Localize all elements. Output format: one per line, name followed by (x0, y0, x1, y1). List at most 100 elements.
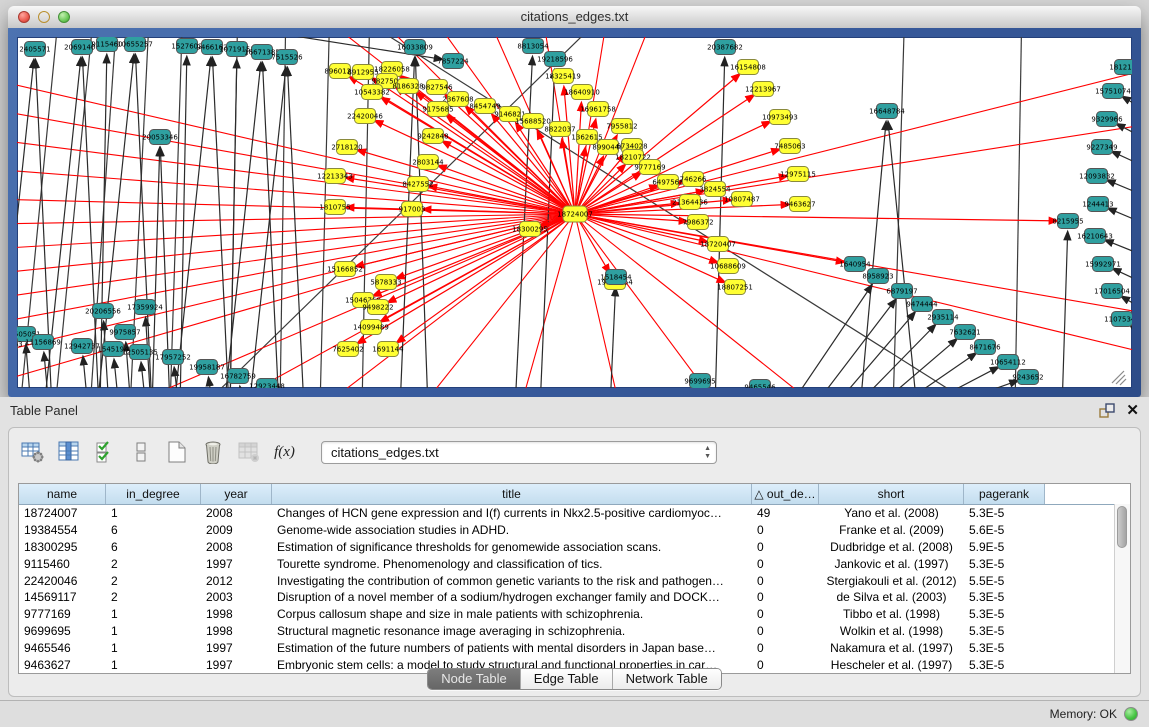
teal-node-8813054[interactable]: 8813054 (517, 39, 549, 54)
teal-node-9465546[interactable]: 9465546 (744, 380, 776, 389)
cell-pagerank[interactable]: 5.3E-5 (964, 624, 1045, 638)
cell-year[interactable]: 1998 (201, 624, 272, 638)
column-header-in_degree[interactable]: in_degree (106, 484, 201, 504)
cell-name[interactable]: 9115460 (19, 557, 106, 571)
teal-node-9975857[interactable]: 9975857 (109, 325, 140, 340)
cell-year[interactable]: 1997 (201, 557, 272, 571)
cell-out_de[interactable]: 0 (752, 574, 819, 588)
cell-pagerank[interactable]: 5.3E-5 (964, 641, 1045, 655)
yellow-node-5878333[interactable]: 5878333 (370, 275, 401, 290)
column-header-title[interactable]: title (272, 484, 752, 504)
cell-name[interactable]: 9465546 (19, 641, 106, 655)
teal-node-9474444[interactable]: 9474444 (906, 297, 938, 312)
column-header-name[interactable]: name (19, 484, 106, 504)
teal-node-19218596[interactable]: 19218596 (537, 52, 573, 67)
cell-out_de[interactable]: 0 (752, 557, 819, 571)
yellow-node-7625402[interactable]: 7625402 (332, 342, 363, 357)
column-header-out_de[interactable]: △ out_de… (752, 484, 819, 504)
select-all-check-button[interactable] (91, 439, 118, 466)
teal-node-1812104[interactable]: 1812104 (1109, 60, 1132, 75)
cell-title[interactable]: Corpus callosum shape and size in male p… (272, 607, 752, 621)
vertical-scrollbar[interactable] (1114, 504, 1130, 673)
cell-short[interactable]: Franke et al. (2009) (819, 523, 964, 537)
cell-name[interactable]: 9699695 (19, 624, 106, 638)
cell-out_de[interactable]: 0 (752, 607, 819, 621)
yellow-node-10807487[interactable]: 10807487 (724, 192, 760, 207)
cell-year[interactable]: 1997 (201, 641, 272, 655)
new-table-button[interactable] (163, 439, 190, 466)
yellow-node-9827546[interactable]: 9827546 (421, 80, 453, 95)
cell-short[interactable]: Wolkin et al. (1998) (819, 624, 964, 638)
yellow-node-16961758[interactable]: 16961758 (580, 102, 616, 117)
table-row[interactable]: 1830029562008Estimation of significance … (19, 539, 1130, 556)
network-graph[interactable]: 1872400789601238912955182260589827503818… (17, 37, 1132, 388)
teal-node-2405571[interactable]: 2405571 (19, 42, 50, 57)
cell-out_de[interactable]: 0 (752, 523, 819, 537)
teal-node-9699695[interactable]: 9699695 (684, 374, 715, 389)
cell-title[interactable]: Structural magnetic resonance image aver… (272, 624, 752, 638)
table-row[interactable]: 1872400712008Changes of HCN gene express… (19, 505, 1130, 522)
table-row[interactable]: 946554611997Estimation of the future num… (19, 639, 1130, 656)
cell-in_degree[interactable]: 1 (106, 624, 201, 638)
table-settings-button[interactable] (19, 439, 46, 466)
cell-out_de[interactable]: 49 (752, 506, 819, 520)
yellow-node-7986372[interactable]: 7986372 (682, 215, 713, 230)
delete-rows-trash-button[interactable] (199, 439, 226, 466)
column-header-year[interactable]: year (201, 484, 272, 504)
cell-in_degree[interactable]: 1 (106, 506, 201, 520)
cell-name[interactable]: 22420046 (19, 574, 106, 588)
cell-pagerank[interactable]: 5.3E-5 (964, 590, 1045, 604)
teal-node-8215955[interactable]: 8215955 (1052, 214, 1083, 229)
cell-short[interactable]: Stergiakouli et al. (2012) (819, 574, 964, 588)
cell-name[interactable]: 14569117 (19, 590, 106, 604)
cell-in_degree[interactable]: 2 (106, 557, 201, 571)
teal-node-8471676[interactable]: 8471676 (969, 340, 1001, 355)
teal-node-17016504[interactable]: 17016504 (1094, 284, 1130, 299)
cell-pagerank[interactable]: 5.3E-5 (964, 557, 1045, 571)
column-header-pagerank[interactable]: pagerank (964, 484, 1045, 504)
cell-pagerank[interactable]: 5.3E-5 (964, 607, 1045, 621)
table-selector-dropdown[interactable]: citations_edges.txt ▲▼ (321, 441, 717, 464)
resize-grip-icon[interactable] (1112, 371, 1126, 385)
teal-node-9243652[interactable]: 9243652 (1012, 370, 1043, 385)
table-row[interactable]: 969969511998Structural magnetic resonanc… (19, 623, 1130, 640)
cell-out_de[interactable]: 0 (752, 590, 819, 604)
yellow-node-917003[interactable]: 917003 (399, 202, 426, 217)
table-row[interactable]: 2242004622012Investigating the contribut… (19, 572, 1130, 589)
table-row[interactable]: 1456911722003Disruption of a novel membe… (19, 589, 1130, 606)
yellow-node-22420046[interactable]: 22420046 (347, 109, 383, 124)
tab-edge-table[interactable]: Edge Table (520, 669, 612, 689)
cell-in_degree[interactable]: 6 (106, 523, 201, 537)
teal-node-20387682[interactable]: 20387682 (707, 40, 743, 55)
yellow-node-1691144[interactable]: 1691144 (372, 342, 404, 357)
cell-year[interactable]: 2003 (201, 590, 272, 604)
cell-name[interactable]: 9777169 (19, 607, 106, 621)
network-canvas[interactable]: 1872400789601238912955182260589827503818… (17, 37, 1132, 388)
scrollbar-thumb[interactable] (1117, 506, 1127, 548)
yellow-node-8427552[interactable]: 8427552 (402, 177, 433, 192)
close-panel-icon[interactable]: ✕ (1126, 400, 1139, 422)
yellow-node-9463627[interactable]: 9463627 (784, 197, 815, 212)
cell-name[interactable]: 18724007 (19, 506, 106, 520)
cell-pagerank[interactable]: 5.3E-5 (964, 506, 1045, 520)
table-row[interactable]: 977716911998Corpus callosum shape and si… (19, 606, 1130, 623)
cell-short[interactable]: Yano et al. (2008) (819, 506, 964, 520)
yellow-node-1810755[interactable]: 1810755 (319, 200, 350, 215)
table-row[interactable]: 911546021997Tourette syndrome. Phenomeno… (19, 555, 1130, 572)
clear-selection-button[interactable] (127, 439, 154, 466)
teal-node-17957252[interactable]: 17957252 (155, 350, 191, 365)
cell-out_de[interactable]: 0 (752, 641, 819, 655)
yellow-node-7485063[interactable]: 7485063 (774, 139, 805, 154)
cell-year[interactable]: 1998 (201, 607, 272, 621)
yellow-node-14099489[interactable]: 14099489 (353, 320, 389, 335)
cell-short[interactable]: Nakamura et al. (1997) (819, 641, 964, 655)
yellow-node-746266[interactable]: 746266 (680, 172, 707, 187)
teal-node-2935114[interactable]: 2935114 (927, 310, 959, 325)
cell-short[interactable]: Dudbridge et al. (2008) (819, 540, 964, 554)
teal-node-8958923[interactable]: 8958923 (862, 269, 893, 284)
teal-node-1640954[interactable]: 1640954 (839, 257, 871, 272)
cell-out_de[interactable]: 0 (752, 624, 819, 638)
yellow-node-12975115[interactable]: 12975115 (780, 167, 816, 182)
cell-title[interactable]: Genome-wide association studies in ADHD. (272, 523, 752, 537)
show-columns-button[interactable] (55, 439, 82, 466)
